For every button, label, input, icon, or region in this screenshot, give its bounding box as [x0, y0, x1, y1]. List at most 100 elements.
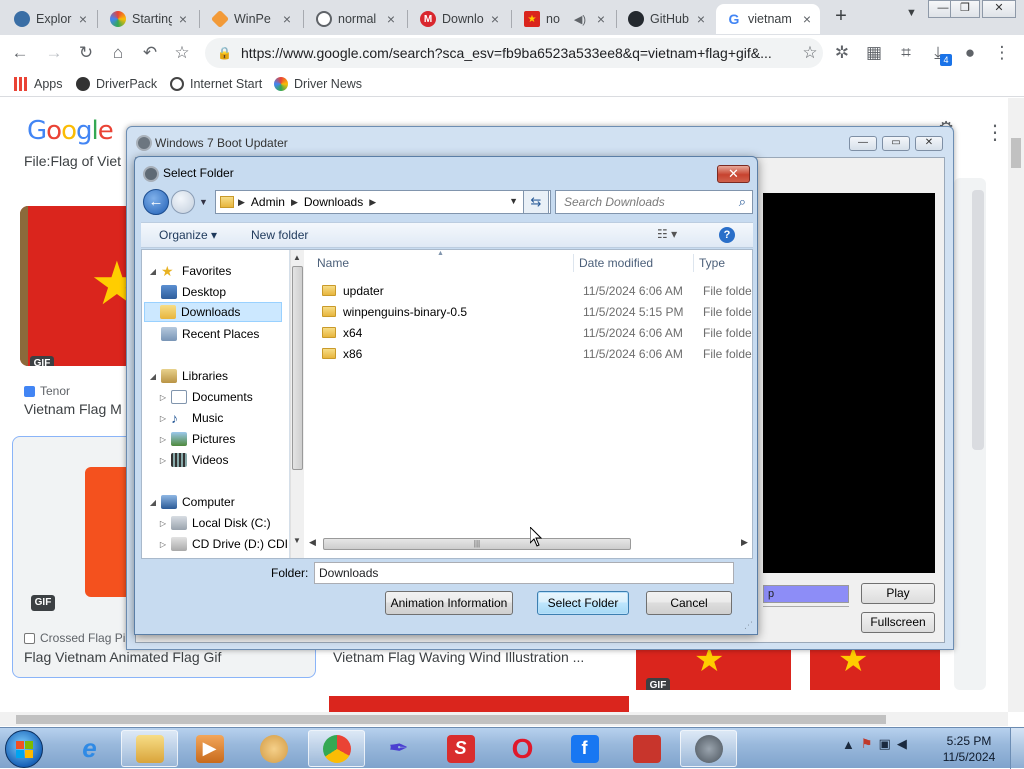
- close-tab-icon[interactable]: ×: [176, 11, 190, 27]
- collapsed-arrow-icon[interactable]: ▷: [158, 414, 168, 423]
- recent-locations-dropdown-icon[interactable]: ▼: [199, 197, 208, 207]
- tab-starting[interactable]: Starting ×: [100, 4, 196, 34]
- address-dropdown-icon[interactable]: ▼: [509, 196, 518, 206]
- nav-downloads[interactable]: Downloads: [144, 302, 282, 322]
- expand-arrow-icon[interactable]: ◢: [148, 267, 158, 276]
- column-header-type[interactable]: Type: [699, 256, 725, 270]
- show-hidden-icons-icon[interactable]: ▲: [842, 737, 855, 752]
- undo-icon[interactable]: ↶: [138, 41, 162, 65]
- action-center-flag-icon[interactable]: ⚑: [861, 736, 873, 752]
- cancel-button[interactable]: Cancel: [646, 591, 732, 615]
- taskbar-app-s[interactable]: S: [432, 730, 489, 767]
- image-title[interactable]: File:Flag of Viet: [24, 153, 121, 169]
- scroll-thumb[interactable]: [16, 715, 886, 724]
- tab-winpe[interactable]: WinPe ×: [202, 4, 300, 34]
- reload-icon[interactable]: ↻: [74, 41, 98, 65]
- nav-pictures[interactable]: ▷ Pictures: [158, 429, 235, 449]
- taskbar-app-purple[interactable]: ✒: [370, 730, 427, 767]
- close-button[interactable]: ✕: [915, 136, 943, 151]
- nav-desktop[interactable]: Desktop: [158, 282, 226, 302]
- search-icon[interactable]: ⌕: [739, 194, 746, 210]
- refresh-icon[interactable]: ⇆: [523, 190, 549, 214]
- taskbar-media-player[interactable]: ▶: [181, 730, 238, 767]
- expand-arrow-icon[interactable]: ◢: [148, 498, 158, 507]
- scroll-thumb[interactable]: |||: [323, 538, 631, 550]
- nav-favorites[interactable]: ◢ ★ Favorites: [148, 261, 231, 281]
- nav-documents[interactable]: ▷ Documents: [158, 387, 253, 407]
- extension-icon[interactable]: ✲: [830, 41, 854, 65]
- column-header-date[interactable]: Date modified: [579, 256, 653, 270]
- google-logo[interactable]: Google: [27, 116, 114, 146]
- maximize-button[interactable]: ❐: [950, 0, 980, 18]
- view-options-icon[interactable]: ☷ ▾: [657, 227, 677, 241]
- scroll-thumb[interactable]: [292, 266, 303, 470]
- address-bar[interactable]: 🔒 https://www.google.com/search?sca_esv=…: [205, 38, 823, 68]
- result-caption[interactable]: Vietnam Flag Waving Wind Illustration ..…: [333, 649, 603, 665]
- taskbar-opera[interactable]: O: [494, 730, 551, 767]
- help-icon[interactable]: ?: [719, 227, 735, 243]
- minimize-button[interactable]: —: [849, 136, 877, 151]
- folder-input[interactable]: Downloads: [314, 562, 734, 584]
- new-tab-button[interactable]: +: [830, 5, 852, 29]
- file-row[interactable]: winpenguins-binary-0.5 11/5/2024 5:15 PM…: [305, 302, 752, 323]
- speaker-icon[interactable]: ◀): [574, 13, 586, 26]
- collapsed-arrow-icon[interactable]: ▷: [158, 456, 168, 465]
- collapsed-arrow-icon[interactable]: ▷: [158, 393, 168, 402]
- nav-libraries[interactable]: ◢ Libraries: [148, 366, 228, 386]
- back-arrow-icon[interactable]: ←: [143, 189, 169, 215]
- organize-menu[interactable]: Organize ▾: [159, 228, 217, 242]
- close-tab-icon[interactable]: ×: [594, 11, 608, 27]
- close-tab-icon[interactable]: ×: [384, 11, 398, 27]
- chevron-right-icon[interactable]: ▶: [291, 197, 298, 208]
- tab-download[interactable]: M Downlo ×: [410, 4, 508, 34]
- nav-pane-scrollbar[interactable]: ▲ ▼: [290, 250, 304, 558]
- result-source[interactable]: Crossed Flag Pi: [24, 631, 125, 645]
- volume-icon[interactable]: ◀: [897, 736, 907, 752]
- taskbar-app-game[interactable]: [618, 730, 675, 767]
- chevron-right-icon[interactable]: ▶: [238, 197, 245, 208]
- forward-arrow-icon[interactable]: [171, 190, 195, 214]
- back-arrow-icon[interactable]: ←: [8, 41, 32, 65]
- clock[interactable]: 5:25 PM 11/5/2024: [937, 733, 1001, 765]
- bookmark-star-icon[interactable]: ☆: [170, 41, 194, 65]
- breadcrumb-downloads[interactable]: Downloads: [304, 195, 363, 209]
- scroll-down-icon[interactable]: ▼: [293, 536, 301, 545]
- close-tab-icon[interactable]: ×: [76, 11, 90, 27]
- extensions-grid-icon[interactable]: ▦: [862, 41, 886, 65]
- nav-videos[interactable]: ▷ Videos: [158, 450, 228, 470]
- taskbar-facebook[interactable]: f: [556, 730, 613, 767]
- close-tab-icon[interactable]: ×: [694, 11, 708, 27]
- forward-arrow-icon[interactable]: →: [42, 41, 66, 65]
- collapsed-arrow-icon[interactable]: ▷: [158, 519, 168, 528]
- select-folder-button[interactable]: Select Folder: [537, 591, 629, 615]
- bookmark-driverpack[interactable]: DriverPack: [76, 75, 157, 93]
- file-list-horizontal-scrollbar[interactable]: ◀ ||| ▶: [305, 536, 752, 551]
- page-horizontal-scrollbar[interactable]: [0, 712, 1008, 726]
- column-header-name[interactable]: Name: [317, 256, 349, 270]
- scroll-left-icon[interactable]: ◀: [309, 537, 316, 548]
- bookmark-apps[interactable]: Apps: [14, 75, 63, 93]
- tab-normal[interactable]: normal ×: [306, 4, 404, 34]
- show-desktop-button[interactable]: [1010, 728, 1024, 769]
- breadcrumb-admin[interactable]: Admin: [251, 195, 285, 209]
- close-tab-icon[interactable]: ×: [800, 11, 814, 27]
- resize-grip-icon[interactable]: ⋰: [744, 620, 753, 631]
- tab-vietnam-active[interactable]: G vietnam ×: [716, 4, 820, 34]
- nav-music[interactable]: ▷ ♪ Music: [158, 408, 223, 428]
- result-image-5[interactable]: [329, 696, 629, 712]
- new-folder-button[interactable]: New folder: [251, 228, 308, 242]
- taskbar-internet-explorer[interactable]: e: [61, 730, 118, 767]
- fullscreen-button[interactable]: Fullscreen: [861, 612, 935, 633]
- home-icon[interactable]: ⌂: [106, 41, 130, 65]
- collapsed-arrow-icon[interactable]: ▷: [158, 540, 168, 549]
- taskbar-boot-updater[interactable]: [680, 730, 737, 767]
- tab-explore[interactable]: Explore ×: [4, 4, 96, 34]
- expand-arrow-icon[interactable]: ◢: [148, 372, 158, 381]
- scroll-right-icon[interactable]: ▶: [741, 537, 748, 548]
- nav-cd-drive[interactable]: ▷ CD Drive (D:) CDI: [158, 534, 288, 554]
- result-image-1[interactable]: ★ GIF: [20, 206, 140, 366]
- dialog-close-button[interactable]: ✕: [717, 165, 750, 183]
- nav-recent-places[interactable]: Recent Places: [158, 324, 259, 344]
- result-image-3[interactable]: ★ GIF: [636, 650, 791, 690]
- result-image-4[interactable]: ★: [810, 650, 940, 690]
